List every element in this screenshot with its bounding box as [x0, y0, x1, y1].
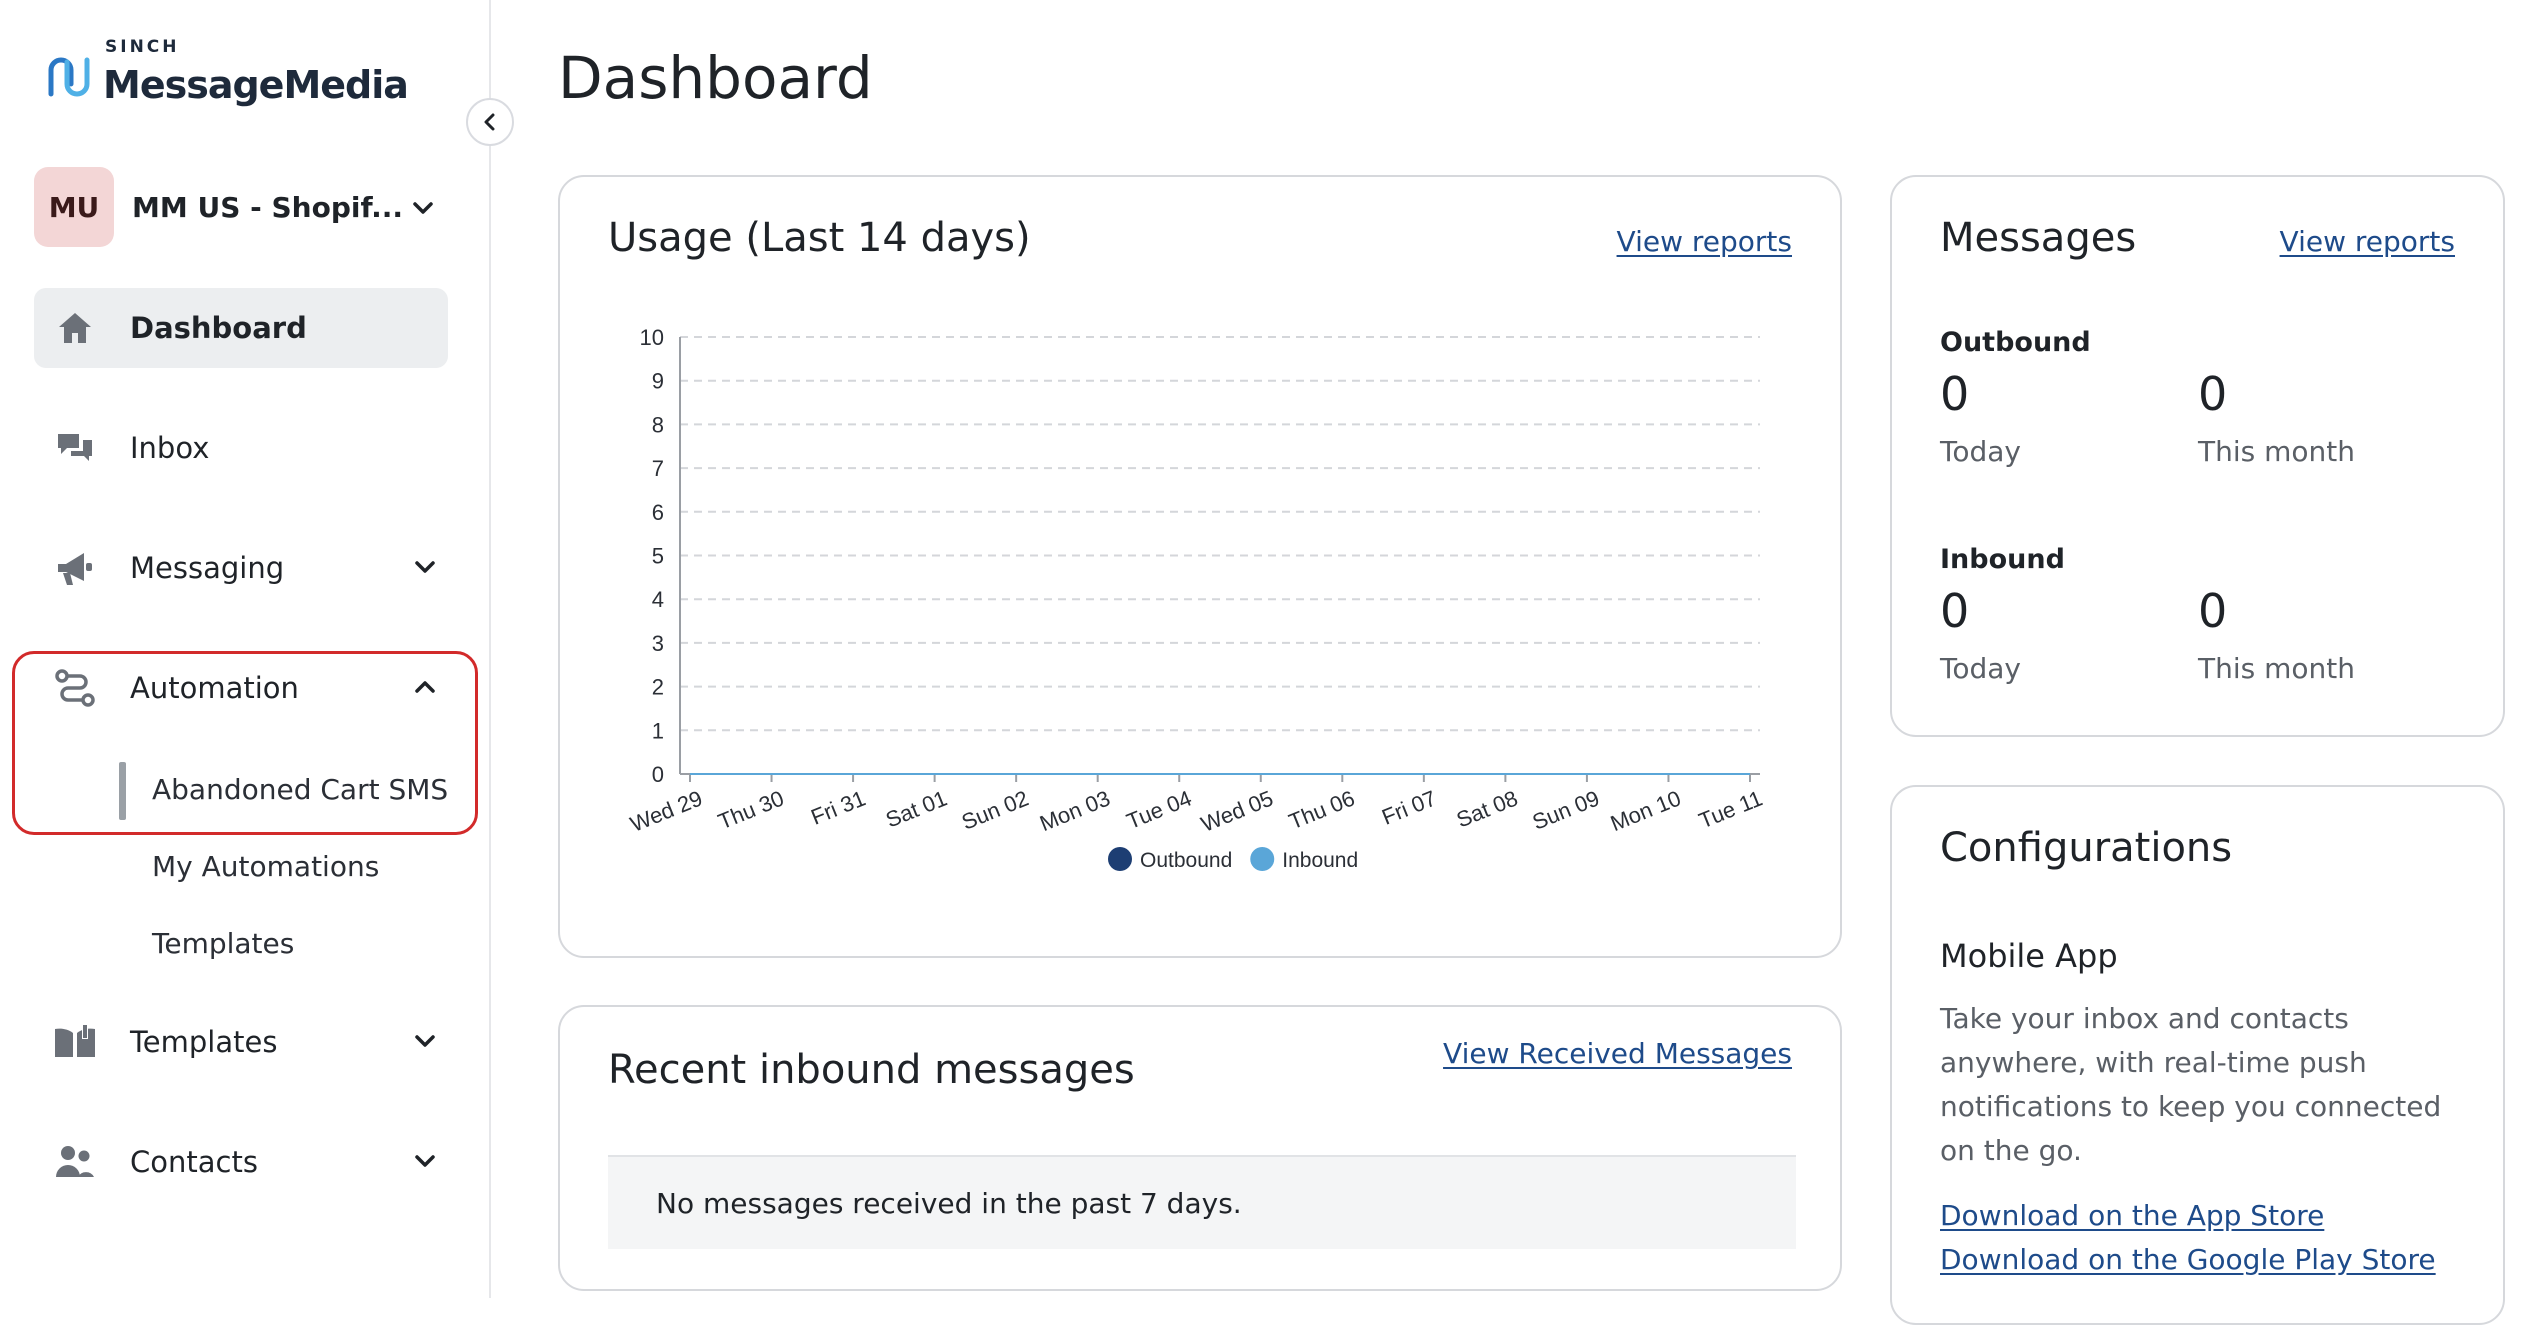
sidebar-item-templates[interactable]: Templates	[34, 1002, 448, 1082]
legend-swatch-inbound	[1250, 847, 1275, 871]
x-tick-label: Fri 07	[1378, 785, 1440, 829]
page-title: Dashboard	[558, 44, 873, 112]
sidebar-item-dashboard[interactable]: Dashboard	[34, 288, 448, 368]
legend-label-inbound: Inbound	[1282, 849, 1358, 872]
messages-card: Messages View reports Outbound 0 Today 0…	[1890, 175, 2505, 737]
configurations-title: Configurations	[1940, 825, 2233, 871]
chevron-down-icon	[415, 561, 435, 573]
sidebar-item-label: Automation	[130, 671, 299, 705]
inbound-month-label: This month	[2198, 652, 2355, 685]
recent-inbound-card: Recent inbound messages View Received Me…	[558, 1005, 1842, 1291]
mobile-app-subtitle: Mobile App	[1940, 937, 2118, 975]
x-tick-label: Thu 06	[1285, 785, 1358, 834]
x-tick-label: Sat 01	[882, 785, 950, 832]
x-tick-label: Mon 10	[1607, 785, 1684, 836]
chat-bubbles-icon	[52, 425, 98, 471]
home-icon	[52, 305, 98, 351]
chevron-up-icon	[415, 681, 435, 693]
account-switcher[interactable]: MU MM US - Shopif...	[34, 167, 454, 247]
sinch-logo-icon	[48, 57, 90, 97]
usage-chart: 012345678910Wed 29 Thu 30 Fri 31 Sat 01 Sun …	[627, 325, 1766, 872]
inbound-today-value: 0	[1940, 584, 1970, 638]
usage-card-title: Usage (Last 14 days)	[608, 215, 1031, 261]
sidebar-item-label: Dashboard	[130, 311, 307, 345]
y-tick-label: 8	[652, 412, 664, 437]
x-tick-label: Tue 11	[1695, 785, 1766, 833]
x-tick-label: Mon 03	[1036, 785, 1113, 836]
sidebar-subitem-abandoned-cart-sms[interactable]: Abandoned Cart SMS	[152, 773, 448, 806]
sidebar-item-messaging[interactable]: Messaging	[34, 528, 448, 608]
empty-state-message: No messages received in the past 7 days.	[608, 1155, 1796, 1249]
legend-swatch-outbound	[1108, 847, 1132, 871]
y-tick-label: 6	[652, 500, 664, 525]
outbound-month-label: This month	[2198, 435, 2355, 468]
usage-view-reports-link[interactable]: View reports	[1617, 225, 1792, 258]
chevron-left-icon	[484, 113, 495, 131]
view-received-messages-link[interactable]: View Received Messages	[1443, 1037, 1792, 1070]
inbound-heading: Inbound	[1940, 544, 2065, 575]
x-tick-label: Tue 04	[1123, 785, 1195, 834]
y-tick-label: 1	[652, 718, 664, 743]
messages-card-title: Messages	[1940, 215, 2137, 261]
megaphone-icon	[52, 545, 98, 591]
collapse-sidebar-button[interactable]	[466, 98, 514, 146]
messages-view-reports-link[interactable]: View reports	[2280, 225, 2455, 258]
inbound-month-value: 0	[2198, 584, 2228, 638]
x-tick-label: Sat 08	[1453, 785, 1521, 832]
chevron-down-icon	[415, 1155, 435, 1167]
app-store-link[interactable]: Download on the App Store	[1940, 1199, 2324, 1232]
account-name: MM US - Shopif...	[132, 190, 404, 224]
y-tick-label: 0	[652, 762, 664, 787]
mobile-app-description: Take your inbox and contacts anywhere, w…	[1940, 1002, 2442, 1167]
y-tick-label: 5	[652, 544, 664, 569]
sidebar-item-label: Messaging	[130, 551, 285, 585]
brand-small-text: SINCH	[105, 37, 180, 57]
contacts-icon	[52, 1139, 98, 1185]
app-frame: SINCH MessageMedia MU MM US - Shopif... …	[0, 0, 2532, 1325]
y-tick-label: 9	[652, 369, 664, 394]
account-avatar: MU	[34, 167, 114, 247]
sidebar-subitem-automation-templates[interactable]: Templates	[152, 927, 294, 960]
y-tick-label: 2	[652, 675, 664, 700]
configurations-card: Configurations Mobile App Take your inbo…	[1890, 785, 2505, 1325]
outbound-heading: Outbound	[1940, 327, 2091, 358]
workflow-icon	[52, 665, 98, 711]
outbound-today-value: 0	[1940, 367, 1970, 421]
chevron-down-icon	[413, 202, 433, 214]
x-tick-label: Wed 29	[627, 785, 706, 836]
recent-inbound-title: Recent inbound messages	[608, 1047, 1135, 1093]
sidebar-item-contacts[interactable]: Contacts	[34, 1122, 448, 1202]
brand-name: MessageMedia	[103, 63, 409, 107]
legend-label-outbound: Outbound	[1140, 849, 1232, 872]
inbound-today-label: Today	[1940, 652, 2021, 685]
x-tick-label: Thu 30	[715, 785, 788, 834]
x-tick-label: Fri 31	[807, 785, 869, 829]
sidebar-item-automation[interactable]: Automation	[34, 648, 448, 728]
google-play-link[interactable]: Download on the Google Play Store	[1940, 1243, 2436, 1276]
usage-card: Usage (Last 14 days) View reports 0 1 2 3 4 5…	[558, 175, 1842, 958]
outbound-today-label: Today	[1940, 435, 2021, 468]
sidebar-item-label: Templates	[130, 1025, 278, 1059]
active-subitem-indicator	[119, 762, 126, 820]
x-tick-label: Sun 02	[958, 785, 1032, 834]
x-tick-label: Sun 09	[1529, 785, 1603, 834]
sidebar-subitem-my-automations[interactable]: My Automations	[152, 850, 379, 883]
y-tick-label: 10	[640, 325, 664, 350]
y-tick-label: 3	[652, 631, 664, 656]
brand-logo[interactable]: SINCH MessageMedia	[43, 37, 409, 107]
sidebar-item-label: Inbox	[130, 431, 210, 465]
chevron-down-icon	[415, 1035, 435, 1047]
outbound-month-value: 0	[2198, 367, 2228, 421]
open-book-icon	[52, 1019, 98, 1065]
sidebar-item-label: Contacts	[130, 1145, 258, 1179]
y-tick-label: 4	[652, 587, 664, 612]
y-tick-label: 7	[652, 456, 664, 481]
sidebar-item-inbox[interactable]: Inbox	[34, 408, 448, 488]
x-tick-label: Wed 05	[1197, 785, 1276, 836]
sidebar: SINCH MessageMedia MU MM US - Shopif... …	[0, 0, 514, 1298]
